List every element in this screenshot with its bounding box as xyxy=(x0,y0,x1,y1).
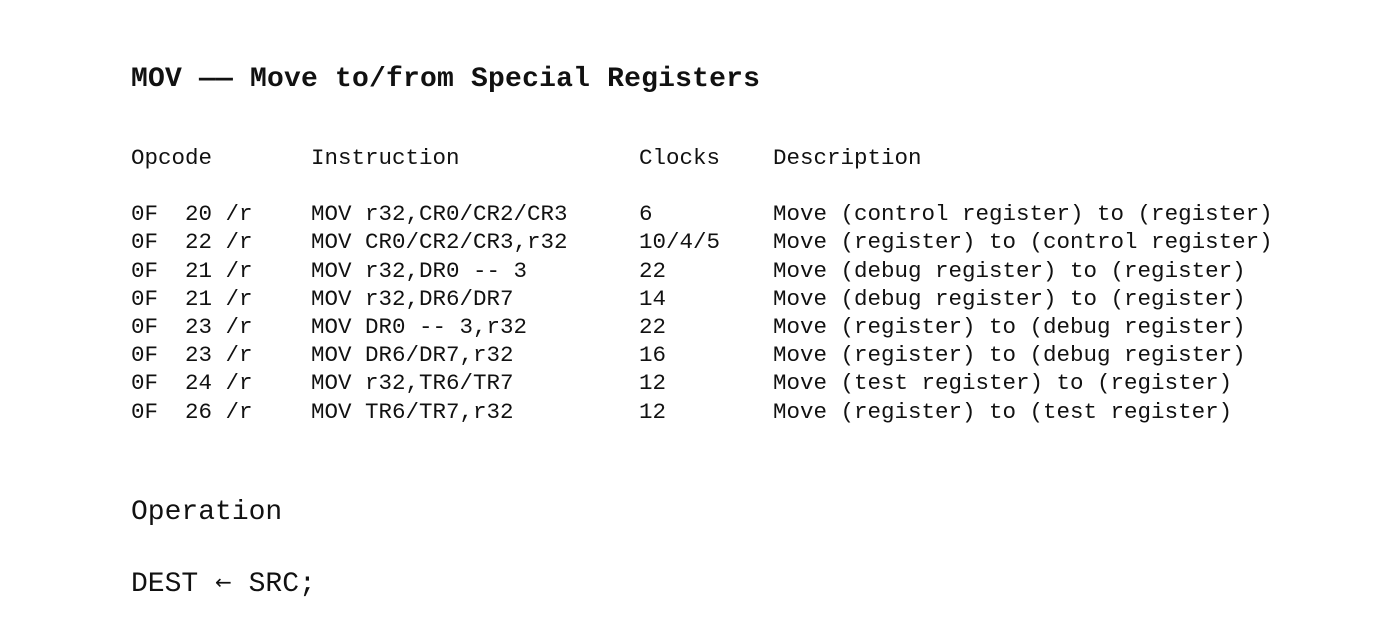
instruction-cell: MOV CR0/CR2/CR3,r32 xyxy=(311,229,568,256)
table-row: 0F 21 /r MOV r32,DR6/DR7 14 Move (debug … xyxy=(131,285,1246,313)
instruction-cell: MOV r32,DR6/DR7 xyxy=(311,285,514,312)
clocks-cell: 22 xyxy=(639,313,667,340)
opcode-cell: 0F 21 /r xyxy=(131,285,253,312)
clocks-cell: 22 xyxy=(639,257,667,284)
opcode-cell: 0F 21 /r xyxy=(131,257,253,284)
instruction-cell: MOV TR6/TR7,r32 xyxy=(311,398,514,425)
instruction-cell: MOV DR0 -- 3,r32 xyxy=(311,313,528,340)
opcode-cell: 0F 23 /r xyxy=(131,313,253,340)
table-row: 0F 22 /r MOV CR0/CR2/CR3,r32 10/4/5 Move… xyxy=(131,228,1273,256)
description-cell: Move (register) to (control register) xyxy=(773,229,1273,256)
opcode-cell: 0F 20 /r xyxy=(131,201,253,228)
operation-heading: Operation xyxy=(131,497,283,528)
clocks-cell: 12 xyxy=(639,398,667,425)
opcode-cell: 0F 22 /r xyxy=(131,229,253,256)
table-row: 0F 21 /r MOV r32,DR0 -- 3 22 Move (debug… xyxy=(131,257,1246,285)
instruction-cell: MOV DR6/DR7,r32 xyxy=(311,342,514,369)
left-arrow-icon: ← xyxy=(215,570,232,594)
clocks-cell: 6 xyxy=(639,201,653,228)
description-cell: Move (debug register) to (register) xyxy=(773,285,1246,312)
document-page: MOV —— Move to/from Special Registers Op… xyxy=(131,0,1361,625)
header-clocks: Clocks xyxy=(639,145,721,171)
description-cell: Move (register) to (debug register) xyxy=(773,313,1246,340)
description-cell: Move (register) to (debug register) xyxy=(773,342,1246,369)
table-row: 0F 23 /r MOV DR6/DR7,r32 16 Move (regist… xyxy=(131,341,1246,369)
instruction-cell: MOV r32,CR0/CR2/CR3 xyxy=(311,201,568,228)
table-row: 0F 26 /r MOV TR6/TR7,r32 12 Move (regist… xyxy=(131,398,1232,426)
description-cell: Move (control register) to (register) xyxy=(773,201,1273,228)
clocks-cell: 16 xyxy=(639,342,667,369)
description-cell: Move (debug register) to (register) xyxy=(773,257,1246,284)
instruction-cell: MOV r32,DR0 -- 3 xyxy=(311,257,528,284)
table-row: 0F 23 /r MOV DR0 -- 3,r32 22 Move (regis… xyxy=(131,313,1246,341)
page-title: MOV —— Move to/from Special Registers xyxy=(131,64,761,95)
operation-dest: DEST xyxy=(131,569,199,600)
table-row: 0F 20 /r MOV r32,CR0/CR2/CR3 6 Move (con… xyxy=(131,200,1273,228)
operation-statement: DEST ← SRC; xyxy=(131,569,316,600)
instruction-cell: MOV r32,TR6/TR7 xyxy=(311,370,514,397)
opcode-cell: 0F 26 /r xyxy=(131,398,253,425)
clocks-cell: 10/4/5 xyxy=(639,229,721,256)
table-header-row: Opcode Instruction Clocks Description xyxy=(131,144,922,172)
description-cell: Move (test register) to (register) xyxy=(773,370,1233,397)
header-opcode: Opcode xyxy=(131,145,213,171)
opcode-cell: 0F 23 /r xyxy=(131,342,253,369)
clocks-cell: 14 xyxy=(639,285,667,312)
clocks-cell: 12 xyxy=(639,370,667,397)
description-cell: Move (register) to (test register) xyxy=(773,398,1233,425)
header-description: Description xyxy=(773,145,922,171)
table-row: 0F 24 /r MOV r32,TR6/TR7 12 Move (test r… xyxy=(131,369,1232,397)
header-instruction: Instruction xyxy=(311,145,460,171)
opcode-cell: 0F 24 /r xyxy=(131,370,253,397)
opcode-table: Opcode Instruction Clocks Description 0F… xyxy=(131,144,1273,426)
operation-src: SRC; xyxy=(248,569,316,600)
